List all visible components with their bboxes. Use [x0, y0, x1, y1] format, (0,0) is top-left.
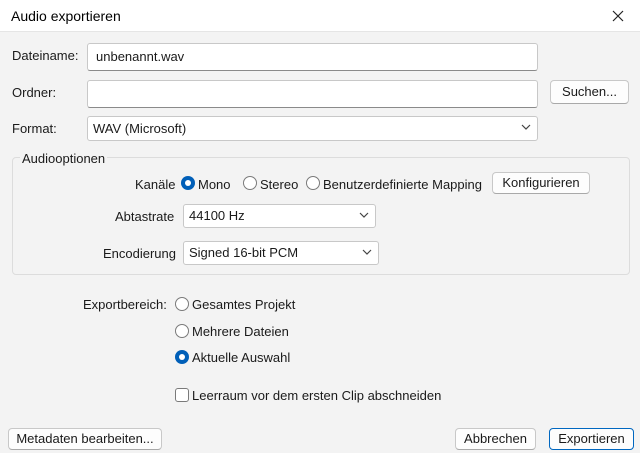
radio-mono[interactable] — [181, 176, 195, 190]
title-bar: Audio exportieren — [0, 0, 640, 32]
radio-current-selection[interactable] — [175, 350, 189, 364]
folder-label: Ordner: — [12, 85, 57, 100]
radio-custom-mapping[interactable] — [306, 176, 320, 190]
chevron-down-icon — [359, 212, 369, 218]
format-select[interactable]: WAV (Microsoft) — [87, 116, 538, 141]
format-select-value: WAV (Microsoft) — [93, 121, 187, 136]
export-button[interactable]: Exportieren — [549, 428, 634, 450]
export-range-label: Exportbereich: — [83, 297, 167, 312]
radio-multiple-files[interactable] — [175, 324, 189, 338]
trim-checkbox[interactable] — [175, 388, 189, 402]
format-label: Format: — [12, 121, 57, 136]
radio-custom-mapping-label[interactable]: Benutzerdefinierte Mapping — [323, 177, 482, 192]
encoding-value: Signed 16-bit PCM — [189, 245, 299, 260]
folder-input[interactable] — [87, 80, 538, 108]
close-button[interactable] — [602, 2, 634, 30]
cancel-button[interactable]: Abbrechen — [455, 428, 536, 450]
edit-metadata-button[interactable]: Metadaten bearbeiten... — [8, 428, 162, 450]
filename-label: Dateiname: — [12, 48, 79, 63]
window-title: Audio exportieren — [11, 8, 121, 24]
encoding-select[interactable]: Signed 16-bit PCM — [183, 241, 379, 265]
sample-rate-label: Abtastrate — [115, 209, 175, 224]
close-icon — [612, 10, 624, 22]
radio-whole-project-label[interactable]: Gesamtes Projekt — [192, 297, 295, 312]
radio-stereo[interactable] — [243, 176, 257, 190]
sample-rate-select[interactable]: 44100 Hz — [183, 204, 376, 228]
trim-checkbox-label[interactable]: Leerraum vor dem ersten Clip abschneiden — [192, 388, 441, 403]
chevron-down-icon — [362, 249, 372, 255]
browse-button[interactable]: Suchen... — [550, 80, 629, 104]
chevron-down-icon — [521, 124, 531, 130]
radio-mono-label[interactable]: Mono — [198, 177, 231, 192]
radio-whole-project[interactable] — [175, 297, 189, 311]
radio-stereo-label[interactable]: Stereo — [260, 177, 298, 192]
channels-label: Kanäle — [135, 177, 176, 192]
configure-button[interactable]: Konfigurieren — [492, 172, 590, 194]
radio-current-selection-label[interactable]: Aktuelle Auswahl — [192, 350, 290, 365]
audio-options-title: Audiooptionen — [20, 151, 108, 166]
radio-multiple-files-label[interactable]: Mehrere Dateien — [192, 324, 289, 339]
encoding-label: Encodierung — [103, 246, 176, 261]
filename-input[interactable]: unbenannt.wav — [87, 43, 538, 71]
sample-rate-value: 44100 Hz — [189, 208, 245, 223]
